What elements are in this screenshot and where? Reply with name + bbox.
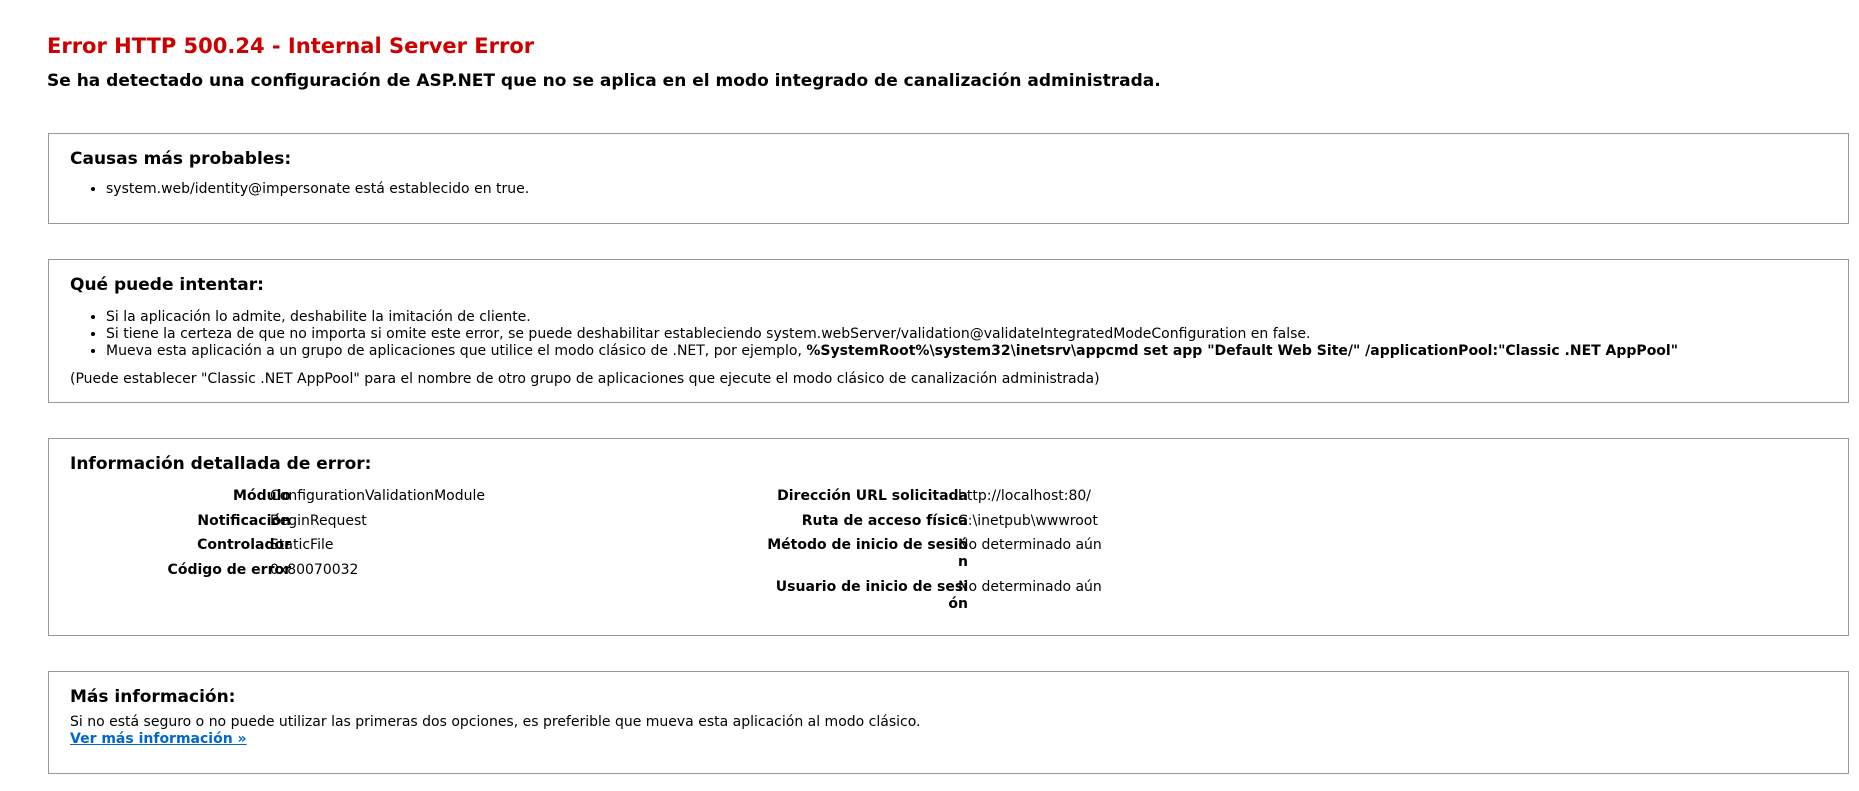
try-heading: Qué puede intentar: xyxy=(70,275,264,295)
detail-value: No determinado aún xyxy=(958,579,1102,595)
causes-list: system.web/identity@impersonate está est… xyxy=(70,181,529,198)
detail-value: ConfigurationValidationModule xyxy=(270,488,485,504)
detail-value: http://localhost:80/ xyxy=(958,488,1091,504)
list-item: Mueva esta aplicación a un grupo de apli… xyxy=(106,343,1678,360)
page-title: Error HTTP 500.24 - Internal Server Erro… xyxy=(47,34,535,58)
detail-value: No determinado aún xyxy=(958,537,1102,553)
try-note: (Puede establecer "Classic .NET AppPool"… xyxy=(70,371,1100,387)
detail-label-line: Método de inicio de sesió xyxy=(767,537,968,553)
detail-label: Usuario de inicio de sesi ón xyxy=(689,579,968,613)
detail-label-line: Usuario de inicio de sesi xyxy=(775,579,968,595)
detail-value: BeginRequest xyxy=(270,513,367,529)
detail-value: StaticFile xyxy=(270,537,334,553)
details-box: Información detallada de error: Módulo C… xyxy=(48,438,1849,636)
detail-label-line: n xyxy=(958,554,968,570)
error-page: Error HTTP 500.24 - Internal Server Erro… xyxy=(0,0,1859,791)
page-subtitle: Se ha detectado una configuración de ASP… xyxy=(47,71,1161,91)
causes-box: Causas más probables: system.web/identit… xyxy=(48,133,1849,224)
list-item-text: Mueva esta aplicación a un grupo de apli… xyxy=(106,343,807,359)
list-item: system.web/identity@impersonate está est… xyxy=(106,181,529,198)
more-info-box: Más información: Si no está seguro o no … xyxy=(48,671,1849,774)
detail-label-line: ón xyxy=(948,596,968,612)
detail-label: Dirección URL solicitada xyxy=(777,488,968,504)
try-box: Qué puede intentar: Si la aplicación lo … xyxy=(48,259,1849,403)
detail-label: Método de inicio de sesió n xyxy=(689,537,968,571)
appcmd-command: %SystemRoot%\system32\inetsrv\appcmd set… xyxy=(806,343,1679,359)
detail-label: Módulo xyxy=(233,488,291,504)
detail-label: Ruta de acceso física xyxy=(801,513,968,529)
try-list: Si la aplicación lo admite, deshabilite … xyxy=(70,309,1678,360)
detail-value: 0x80070032 xyxy=(270,562,359,578)
detail-value: C:\inetpub\wwwroot xyxy=(958,513,1098,529)
list-item: Si la aplicación lo admite, deshabilite … xyxy=(106,309,1678,326)
detail-label: Código de error xyxy=(167,562,291,578)
detail-label: Controlador xyxy=(197,537,291,553)
detail-label: Notificación xyxy=(197,513,291,529)
more-text: Si no está seguro o no puede utilizar la… xyxy=(70,714,921,730)
more-info-link[interactable]: Ver más información » xyxy=(70,731,247,747)
causes-heading: Causas más probables: xyxy=(70,149,292,169)
more-heading: Más información: xyxy=(70,687,236,707)
list-item: Si tiene la certeza de que no importa si… xyxy=(106,326,1678,343)
details-heading: Información detallada de error: xyxy=(70,454,372,474)
